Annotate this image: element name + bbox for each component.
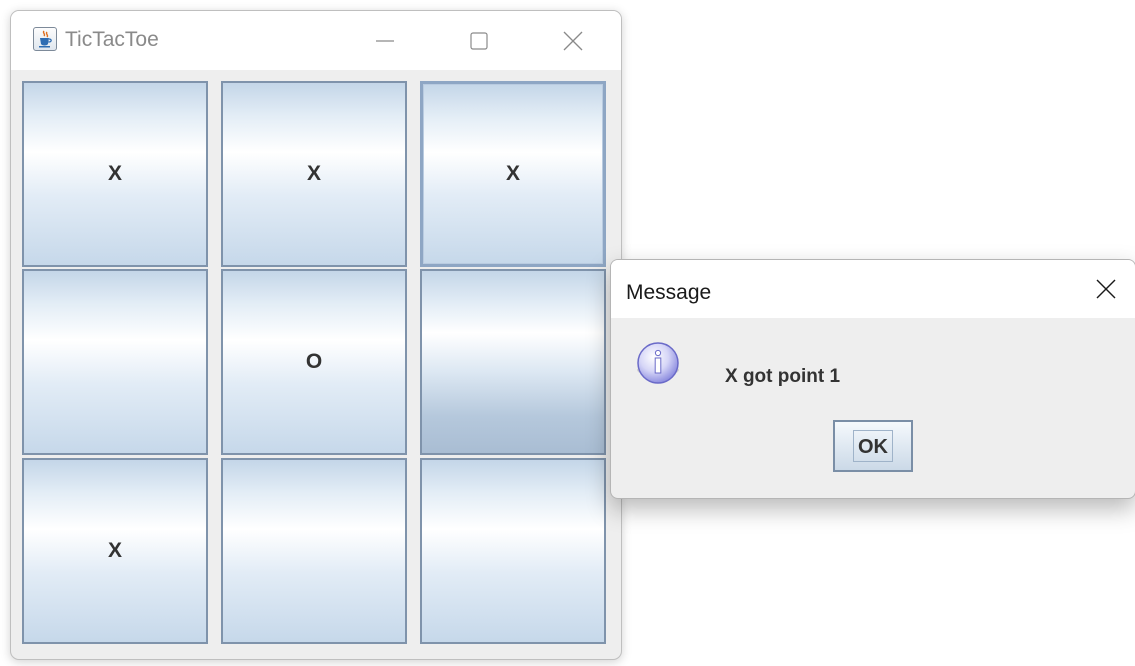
message-dialog: Message X got point 1 OK <box>610 259 1135 499</box>
board-cell-1[interactable]: X <box>22 81 208 267</box>
maximize-icon <box>470 31 488 50</box>
dialog-close-button[interactable] <box>1077 260 1135 318</box>
minimize-icon <box>376 39 394 42</box>
game-board: X X X O X <box>22 81 608 647</box>
tictactoe-window: TicTacToe X X X O X <box>10 10 622 660</box>
dialog-title: Message <box>626 281 712 304</box>
board-cell-3[interactable]: X <box>420 81 606 267</box>
java-cup-icon <box>33 27 57 51</box>
board-cell-9[interactable] <box>420 458 606 644</box>
dialog-message: X got point 1 <box>725 366 841 387</box>
window-titlebar[interactable]: TicTacToe <box>11 11 621 70</box>
window-title: TicTacToe <box>65 28 159 51</box>
board-cell-7[interactable]: X <box>22 458 208 644</box>
maximize-button[interactable] <box>449 11 509 70</box>
board-cell-6[interactable] <box>420 269 606 455</box>
board-cell-8[interactable] <box>221 458 407 644</box>
info-icon <box>637 342 679 384</box>
ok-button-label: OK <box>853 430 893 462</box>
close-button[interactable] <box>543 11 603 70</box>
close-icon <box>1096 279 1116 299</box>
desktop: TicTacToe X X X O X Message X got point … <box>0 0 1135 666</box>
close-icon <box>563 31 583 50</box>
board-cell-4[interactable] <box>22 269 208 455</box>
board-cell-5[interactable]: O <box>221 269 407 455</box>
dialog-titlebar[interactable]: Message <box>611 260 1135 318</box>
board-cell-2[interactable]: X <box>221 81 407 267</box>
minimize-button[interactable] <box>355 11 415 70</box>
ok-button[interactable]: OK <box>833 420 913 472</box>
